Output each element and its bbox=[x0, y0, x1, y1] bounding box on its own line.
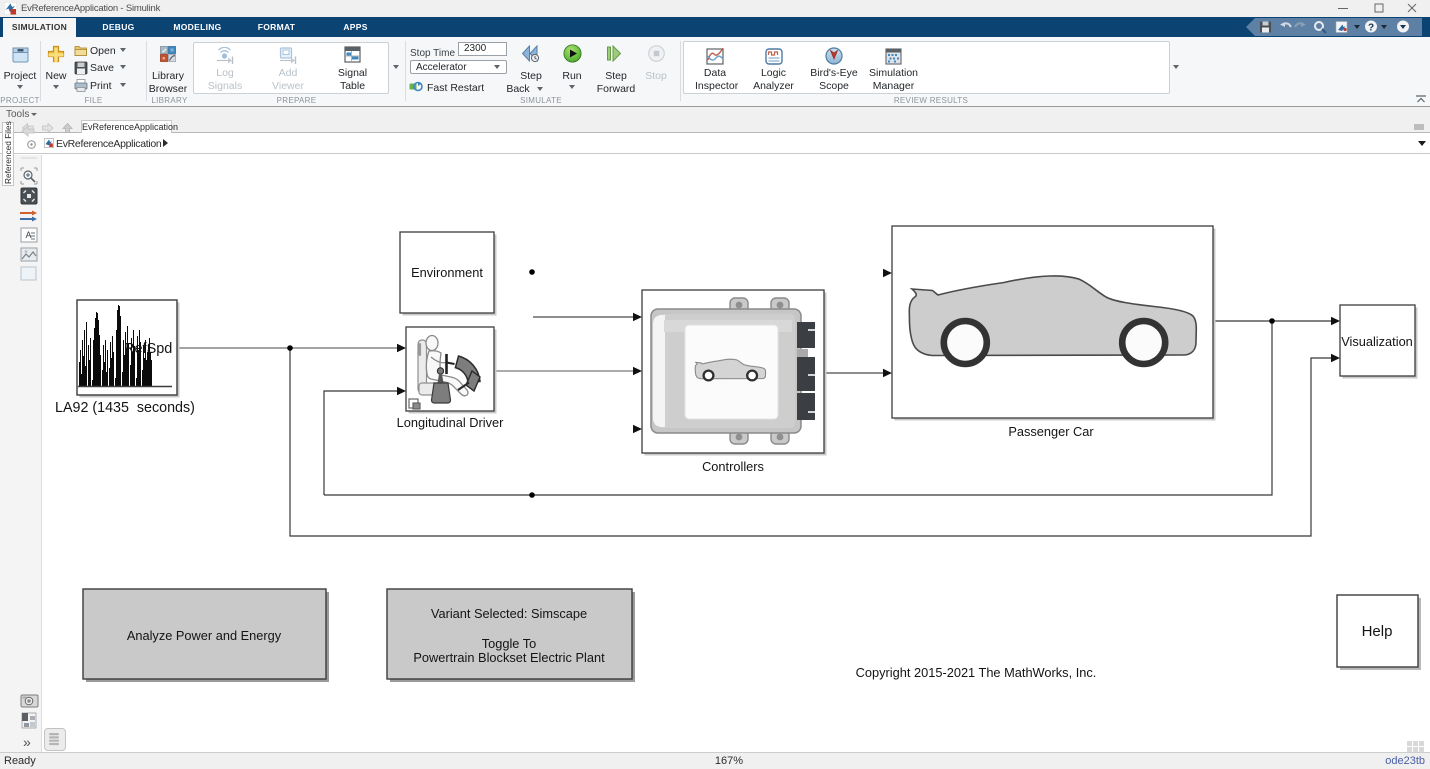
svg-text:Visualization: Visualization bbox=[1341, 334, 1413, 349]
svg-text:Analyze Power and Energy: Analyze Power and Energy bbox=[127, 628, 282, 643]
svg-text:Copyright 2015-2021 The MathWo: Copyright 2015-2021 The MathWorks, Inc. bbox=[856, 665, 1097, 680]
svg-text:Toggle To: Toggle To bbox=[482, 636, 537, 651]
svg-text:RefSpd: RefSpd bbox=[124, 341, 172, 357]
svg-text:Passenger Car: Passenger Car bbox=[1008, 424, 1094, 439]
svg-text:Help: Help bbox=[1362, 623, 1393, 640]
svg-text:LA92 (1435 seconds): LA92 (1435 seconds) bbox=[55, 400, 195, 416]
svg-text:Powertrain Blockset Electric P: Powertrain Blockset Electric Plant bbox=[413, 650, 605, 665]
svg-text:Variant Selected: Simscape: Variant Selected: Simscape bbox=[431, 606, 587, 621]
svg-text:Controllers: Controllers bbox=[702, 459, 764, 474]
svg-text:Environment: Environment bbox=[411, 265, 483, 280]
svg-text:Longitudinal Driver: Longitudinal Driver bbox=[397, 415, 504, 430]
